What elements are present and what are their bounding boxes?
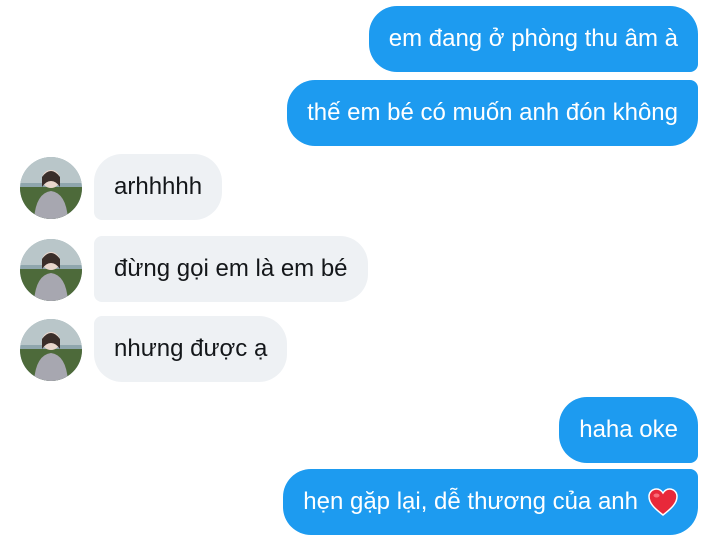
avatar-photo-icon <box>20 157 82 219</box>
message-text: hẹn gặp lại, dễ thương của anh <box>303 488 638 515</box>
message-text: thế em bé có muốn anh đón không <box>307 99 678 126</box>
message-text: đừng gọi em là em bé <box>114 255 348 282</box>
incoming-message-bubble[interactable]: arhhhhh <box>94 154 223 220</box>
contact-avatar[interactable] <box>20 319 82 381</box>
message-thread: em đang ở phòng thu âm à thế em bé có mu… <box>0 0 720 554</box>
outgoing-message-bubble[interactable]: hẹn gặp lại, dễ thương của anh <box>283 469 698 535</box>
outgoing-message-bubble[interactable]: em đang ở phòng thu âm à <box>368 6 698 72</box>
incoming-message-bubble[interactable]: đừng gọi em là em bé <box>94 236 368 302</box>
contact-avatar[interactable] <box>20 157 82 219</box>
incoming-message-bubble[interactable]: nhưng được ạ <box>94 316 288 382</box>
outgoing-message-bubble[interactable]: thế em bé có muốn anh đón không <box>287 80 698 146</box>
avatar-photo-icon <box>20 319 82 381</box>
contact-avatar[interactable] <box>20 239 82 301</box>
message-text: arhhhhh <box>114 173 203 200</box>
message-text: haha oke <box>579 416 678 443</box>
red-heart-icon <box>648 488 678 516</box>
avatar-photo-icon <box>20 239 82 301</box>
outgoing-message-bubble[interactable]: haha oke <box>559 397 698 463</box>
message-text: em đang ở phòng thu âm à <box>388 25 678 52</box>
message-text: nhưng được ạ <box>114 335 268 362</box>
